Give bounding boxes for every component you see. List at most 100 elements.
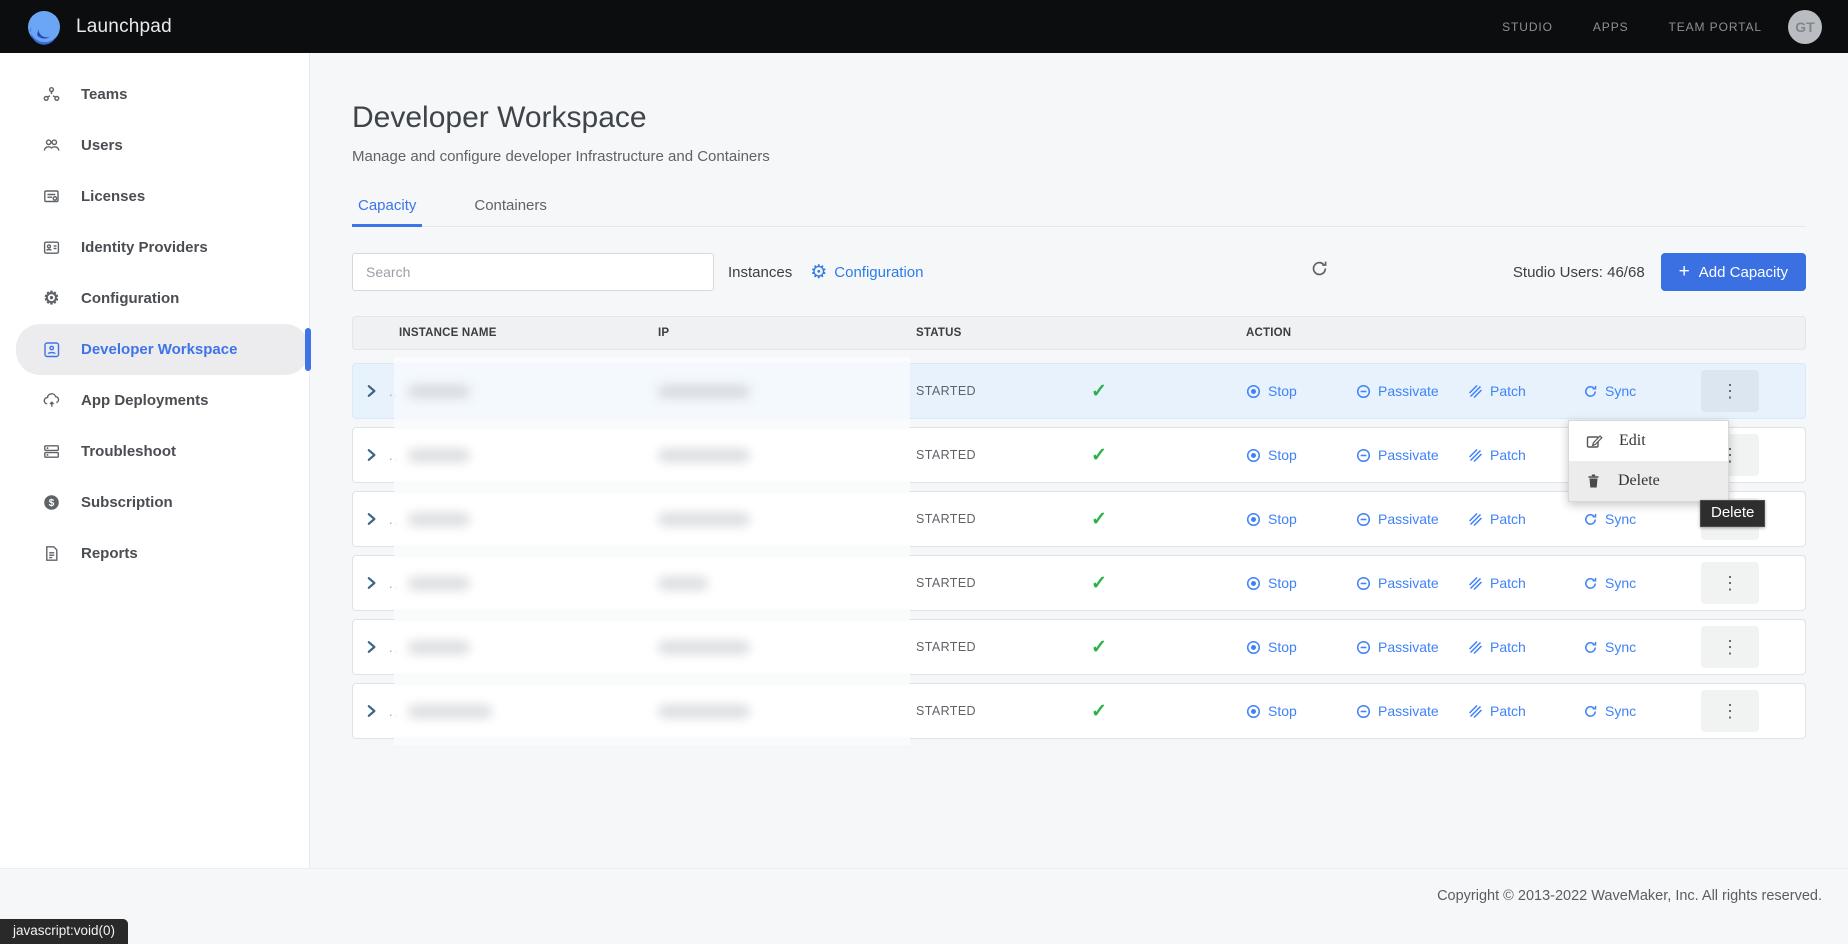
top-bar: Launchpad STUDIO APPS TEAM PORTAL GT (0, 0, 1848, 53)
identity-card-icon (42, 238, 61, 257)
status-text: STARTED (916, 640, 976, 654)
expand-chevron-icon[interactable] (362, 574, 380, 592)
sidebar-item-label: Users (81, 137, 123, 154)
action-label: Passivate (1378, 575, 1439, 591)
row-menu-button[interactable]: ⋮ (1701, 690, 1759, 732)
stop-action[interactable]: Stop (1246, 383, 1356, 399)
action-label: Patch (1490, 703, 1526, 719)
action-label: Patch (1490, 575, 1526, 591)
sync-action[interactable]: Sync (1583, 383, 1663, 399)
delete-tooltip: Delete (1700, 500, 1765, 527)
cloud-upload-icon (42, 391, 61, 410)
expand-chevron-icon[interactable] (362, 638, 380, 656)
sidebar-item-app-deployments[interactable]: App Deployments (16, 375, 309, 426)
passivate-action[interactable]: Passivate (1356, 511, 1468, 527)
sidebar-item-licenses[interactable]: Licenses (16, 171, 309, 222)
browser-status-bubble: javascript:void(0) (0, 919, 128, 944)
table-row[interactable]: .. STARTED ✓ Stop Passivate (352, 619, 1806, 675)
sync-action[interactable]: Sync (1583, 639, 1663, 655)
sync-icon (1583, 704, 1598, 719)
user-avatar[interactable]: GT (1788, 10, 1822, 44)
patch-action[interactable]: Patch (1468, 447, 1583, 463)
active-indicator-bar (305, 328, 311, 371)
sync-action[interactable]: Sync (1583, 575, 1663, 591)
sidebar-item-troubleshoot[interactable]: Troubleshoot (16, 426, 309, 477)
sidebar-item-label: App Deployments (81, 392, 209, 409)
configuration-link[interactable]: ⚙ Configuration (810, 263, 923, 282)
row-menu-button[interactable]: ⋮ (1701, 562, 1759, 604)
status-check-icon: ✓ (1091, 701, 1107, 722)
sidebar-item-identity-providers[interactable]: Identity Providers (16, 222, 309, 273)
passivate-action[interactable]: Passivate (1356, 575, 1468, 591)
refresh-button[interactable] (1310, 259, 1329, 278)
table-row[interactable]: .. STARTED ✓ Stop Passivate (352, 683, 1806, 739)
expand-chevron-icon[interactable] (362, 702, 380, 720)
status-text: STARTED (916, 512, 976, 526)
passivate-action[interactable]: Passivate (1356, 703, 1468, 719)
sidebar-item-configuration[interactable]: ⚙ Configuration (16, 273, 309, 324)
action-label: Stop (1268, 447, 1297, 463)
minus-circle-icon (1356, 512, 1371, 527)
status-check-icon: ✓ (1091, 445, 1107, 466)
instances-label: Instances (728, 264, 792, 281)
redacted-ip (658, 513, 750, 526)
redacted-name-prefix: .. (389, 384, 398, 399)
sync-icon (1583, 384, 1598, 399)
stop-action[interactable]: Stop (1246, 575, 1356, 591)
sidebar-item-subscription[interactable]: $ Subscription (16, 477, 309, 528)
app-title: Launchpad (76, 16, 172, 38)
menu-item-delete[interactable]: Delete (1569, 461, 1728, 501)
menu-item-edit[interactable]: Edit (1569, 421, 1728, 461)
sidebar-item-label: Licenses (81, 188, 145, 205)
status-check-icon: ✓ (1091, 637, 1107, 658)
action-label: Patch (1490, 511, 1526, 527)
sync-action[interactable]: Sync (1583, 703, 1663, 719)
patch-action[interactable]: Patch (1468, 639, 1583, 655)
sidebar-item-reports[interactable]: Reports (16, 528, 309, 579)
table-row[interactable]: .. STARTED ✓ Stop Passivate (352, 363, 1806, 419)
row-menu-button[interactable]: ⋮ (1701, 626, 1759, 668)
minus-circle-icon (1356, 384, 1371, 399)
tab-capacity[interactable]: Capacity (352, 197, 422, 227)
patch-action[interactable]: Patch (1468, 511, 1583, 527)
action-label: Stop (1268, 575, 1297, 591)
add-capacity-button[interactable]: + Add Capacity (1661, 253, 1806, 291)
patch-action[interactable]: Patch (1468, 703, 1583, 719)
sidebar-item-teams[interactable]: Teams (16, 69, 309, 120)
passivate-action[interactable]: Passivate (1356, 447, 1468, 463)
search-input[interactable] (352, 253, 714, 291)
patch-action[interactable]: Patch (1468, 383, 1583, 399)
column-header-status: STATUS (908, 327, 1083, 339)
sidebar-item-users[interactable]: Users (16, 120, 309, 171)
passivate-action[interactable]: Passivate (1356, 383, 1468, 399)
minus-circle-icon (1356, 448, 1371, 463)
top-link-apps[interactable]: APPS (1593, 20, 1629, 34)
redacted-name-prefix: .. (389, 576, 398, 591)
stop-action[interactable]: Stop (1246, 447, 1356, 463)
stop-action[interactable]: Stop (1246, 511, 1356, 527)
tab-containers[interactable]: Containers (468, 197, 553, 227)
sidebar-item-developer-workspace[interactable]: Developer Workspace (16, 324, 309, 375)
row-menu-button[interactable]: ⋮ (1701, 370, 1759, 412)
stop-action[interactable]: Stop (1246, 703, 1356, 719)
stop-circle-icon (1246, 448, 1261, 463)
dollar-circle-icon: $ (42, 493, 61, 512)
plus-icon: + (1679, 261, 1690, 283)
sidebar-item-label: Teams (81, 86, 127, 103)
top-link-team-portal[interactable]: TEAM PORTAL (1669, 20, 1762, 34)
edit-icon (1585, 432, 1603, 450)
redacted-instance-name (408, 385, 470, 398)
passivate-action[interactable]: Passivate (1356, 639, 1468, 655)
patch-stripes-icon (1468, 512, 1483, 527)
expand-chevron-icon[interactable] (362, 382, 380, 400)
expand-chevron-icon[interactable] (362, 446, 380, 464)
patch-action[interactable]: Patch (1468, 575, 1583, 591)
sync-action[interactable]: Sync (1583, 511, 1663, 527)
redacted-instance-name (408, 449, 470, 462)
top-link-studio[interactable]: STUDIO (1502, 20, 1553, 34)
table-row[interactable]: .. STARTED ✓ Stop Passivate (352, 555, 1806, 611)
stop-action[interactable]: Stop (1246, 639, 1356, 655)
redacted-name-prefix: .. (389, 448, 398, 463)
expand-chevron-icon[interactable] (362, 510, 380, 528)
action-label: Passivate (1378, 703, 1439, 719)
